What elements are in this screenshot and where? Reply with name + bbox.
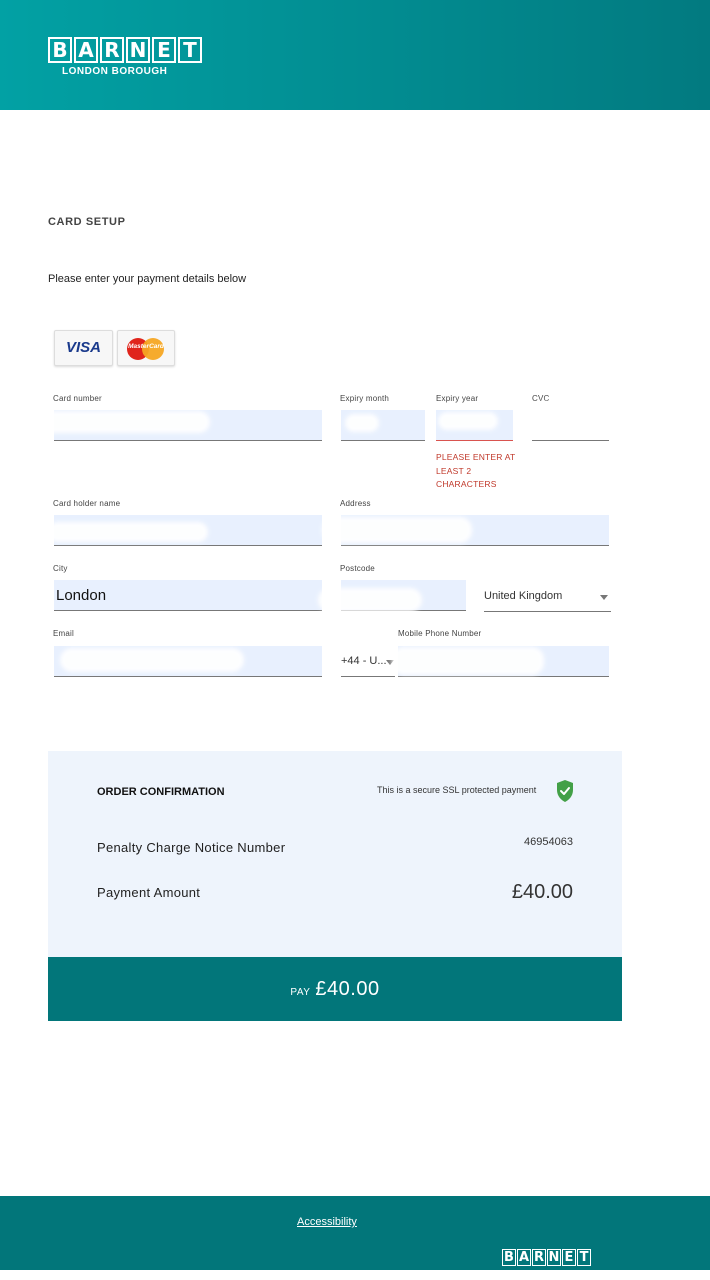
- logo-letter: A: [517, 1249, 531, 1266]
- city-label: City: [53, 564, 68, 573]
- logo-letter: B: [48, 37, 72, 63]
- ssl-secure-text: This is a secure SSL protected payment: [377, 785, 537, 795]
- logo-letter: E: [152, 37, 176, 63]
- pcn-label: Penalty Charge Notice Number: [97, 840, 286, 855]
- logo-letter: T: [577, 1249, 591, 1266]
- visa-logo: VISA: [54, 330, 113, 366]
- logo-letter: N: [547, 1249, 561, 1266]
- pay-button-label: PAY: [290, 986, 311, 998]
- card-holder-label: Card holder name: [53, 499, 121, 508]
- country-select-value: United Kingdom: [484, 590, 563, 602]
- phone-code-select[interactable]: +44 - U...: [341, 646, 395, 677]
- logo-letter: N: [126, 37, 150, 63]
- redaction-mark: [392, 647, 544, 675]
- logo-letter: E: [562, 1249, 576, 1266]
- barnet-logo[interactable]: B A R N E T LONDON BOROUGH: [48, 37, 204, 77]
- redaction-mark: [60, 648, 244, 672]
- order-confirmation-panel: ORDER CONFIRMATION This is a secure SSL …: [48, 751, 622, 957]
- payment-amount-value: £40.00: [511, 881, 573, 903]
- country-select[interactable]: United Kingdom: [484, 581, 611, 612]
- expiry-year-error: PLEASE ENTER AT LEAST 2 CHARACTERS: [436, 452, 516, 489]
- page-subtitle: Please enter your payment details below: [48, 273, 247, 285]
- logo-letter: B: [502, 1249, 516, 1266]
- page-title: CARD SETUP: [48, 216, 126, 228]
- redaction-mark: [30, 411, 210, 433]
- phone-code-value: +44 - U...: [341, 655, 387, 667]
- accessibility-link[interactable]: Accessibility: [297, 1216, 357, 1228]
- address-label: Address: [340, 499, 371, 508]
- logo-subtitle: LONDON BOROUGH: [62, 66, 168, 77]
- page-header: B A R N E T LONDON BOROUGH: [0, 0, 710, 110]
- order-confirmation-title: ORDER CONFIRMATION: [97, 786, 225, 798]
- page-footer: Accessibility B A R N E T: [0, 1196, 710, 1270]
- redaction-mark: [48, 522, 208, 542]
- pay-button-amount: £40.00: [315, 977, 380, 1000]
- city-input[interactable]: [54, 580, 322, 611]
- logo-letter: R: [100, 37, 124, 63]
- redaction-mark: [530, 402, 626, 424]
- expiry-year-label: Expiry year: [436, 394, 479, 403]
- payment-amount-label: Payment Amount: [97, 885, 201, 900]
- redaction-mark: [438, 412, 498, 430]
- mobile-label: Mobile Phone Number: [398, 629, 482, 638]
- card-number-label: Card number: [53, 394, 102, 403]
- postcode-label: Postcode: [340, 564, 375, 573]
- logo-letter: T: [178, 37, 202, 63]
- pcn-value: 46954063: [524, 836, 573, 848]
- email-label: Email: [53, 629, 75, 638]
- redaction-mark: [318, 588, 422, 612]
- mastercard-logo: MasterCard: [117, 330, 175, 366]
- footer-barnet-logo[interactable]: B A R N E T: [502, 1249, 592, 1266]
- redaction-mark: [322, 517, 472, 543]
- logo-letter: R: [532, 1249, 546, 1266]
- mastercard-logo-text: MasterCard: [128, 343, 164, 350]
- chevron-down-icon: [600, 595, 608, 600]
- visa-logo-text: VISA: [65, 339, 101, 356]
- redaction-mark: [345, 414, 379, 432]
- logo-letters: B A R N E T: [48, 37, 204, 63]
- shield-check-icon: [557, 780, 573, 802]
- pay-button[interactable]: PAY £40.00: [48, 957, 622, 1021]
- expiry-month-label: Expiry month: [340, 394, 390, 403]
- logo-letter: A: [74, 37, 98, 63]
